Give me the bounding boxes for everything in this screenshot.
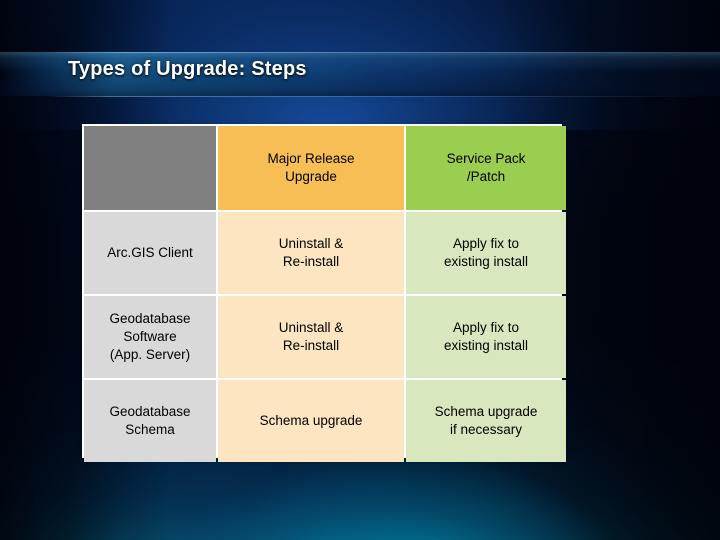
row1-patch-line2: existing install bbox=[443, 338, 529, 353]
header-patch-line1: Service Pack bbox=[446, 151, 526, 167]
row0-major-line1: Uninstall & bbox=[278, 236, 344, 252]
row2-patch-line2: if necessary bbox=[449, 422, 523, 437]
row0-patch-line1: Apply fix to bbox=[452, 236, 520, 252]
table-row: Geodatabase Schema Schema upgrade Schema… bbox=[84, 380, 566, 462]
row0-patch-line2: existing install bbox=[443, 254, 529, 269]
row-label-arcgis-client: Arc.GIS Client bbox=[84, 212, 216, 294]
title-rule-bottom bbox=[46, 96, 706, 97]
slide-canvas: Types of Upgrade: Steps Major Release Up… bbox=[0, 0, 720, 540]
header-cell-major-release-upgrade: Major Release Upgrade bbox=[218, 126, 404, 210]
row2-major-line1: Schema upgrade bbox=[259, 413, 363, 429]
table-row: Geodatabase Software (App. Server) Unins… bbox=[84, 296, 566, 378]
upgrade-steps-table: Major Release Upgrade Service Pack /Patc… bbox=[82, 124, 566, 462]
table-header-row: Major Release Upgrade Service Pack /Patc… bbox=[84, 126, 566, 210]
cell-geodatabase-schema-service-pack: Schema upgrade if necessary bbox=[406, 380, 566, 462]
table-row: Arc.GIS Client Uninstall & Re-install Ap… bbox=[84, 212, 566, 294]
page-title: Types of Upgrade: Steps bbox=[68, 58, 307, 80]
cell-arcgis-client-major-release: Uninstall & Re-install bbox=[218, 212, 404, 294]
header-cell-service-pack-patch: Service Pack /Patch bbox=[406, 126, 566, 210]
row1-label-line1: Geodatabase bbox=[109, 311, 191, 327]
cell-arcgis-client-service-pack: Apply fix to existing install bbox=[406, 212, 566, 294]
row-label-geodatabase-software: Geodatabase Software (App. Server) bbox=[84, 296, 216, 378]
header-major-line1: Major Release bbox=[267, 151, 355, 167]
row0-label-line1: Arc.GIS Client bbox=[107, 245, 193, 261]
row2-label-line1: Geodatabase bbox=[109, 404, 191, 420]
row0-major-line2: Re-install bbox=[282, 254, 340, 269]
cell-geodatabase-software-service-pack: Apply fix to existing install bbox=[406, 296, 566, 378]
row1-major-line1: Uninstall & bbox=[278, 320, 344, 336]
header-patch-line2: /Patch bbox=[466, 169, 506, 184]
comparison-table: Major Release Upgrade Service Pack /Patc… bbox=[82, 124, 568, 464]
cell-geodatabase-software-major-release: Uninstall & Re-install bbox=[218, 296, 404, 378]
row2-patch-line1: Schema upgrade bbox=[434, 404, 538, 420]
cell-geodatabase-schema-major-release: Schema upgrade bbox=[218, 380, 404, 462]
title-rule-top bbox=[46, 52, 706, 53]
row1-label-line3: (App. Server) bbox=[109, 346, 191, 362]
row-label-geodatabase-schema: Geodatabase Schema bbox=[84, 380, 216, 462]
row1-major-line2: Re-install bbox=[282, 338, 340, 353]
header-cell-blank bbox=[84, 126, 216, 210]
row1-patch-line1: Apply fix to bbox=[452, 320, 520, 336]
header-major-line2: Upgrade bbox=[285, 169, 337, 184]
row2-label-line2: Schema bbox=[125, 422, 175, 437]
row1-label-line2: Software bbox=[123, 329, 177, 345]
